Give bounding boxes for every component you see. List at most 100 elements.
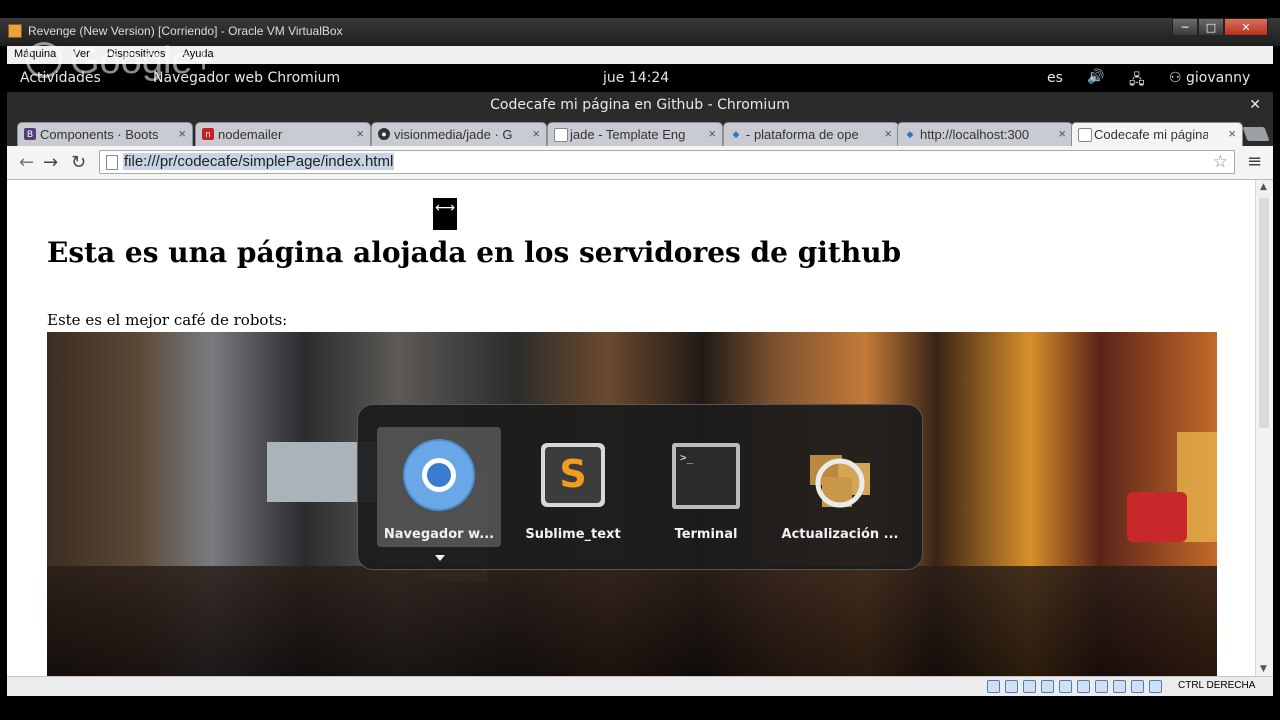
activities-button[interactable]: Actividades <box>20 70 101 86</box>
host-key-icon[interactable] <box>1149 680 1162 693</box>
svg-text:S: S <box>559 452 586 496</box>
page-paragraph: Este es el mejor café de robots: <box>47 311 288 329</box>
menu-ayuda[interactable]: Ayuda <box>176 46 221 62</box>
tab-visionmedia-jade[interactable]: ● visionmedia/jade · G × <box>371 122 547 146</box>
scroll-up-arrow-icon[interactable]: ▲ <box>1260 182 1267 192</box>
tab-label: - plataforma de ope <box>746 127 859 142</box>
virtualization-icon[interactable] <box>1113 680 1126 693</box>
minimize-button[interactable]: ─ <box>1172 18 1198 36</box>
reload-button[interactable]: ↻ <box>71 152 86 173</box>
web-page-content: ⟷ Esta es una página alojada en los serv… <box>7 180 1255 676</box>
tab-nodemailer[interactable]: n nodemailer × <box>195 122 371 146</box>
maximize-button[interactable]: □ <box>1198 18 1224 36</box>
chromium-title-bar: Codecafe mi página en Github - Chromium … <box>7 92 1273 118</box>
switcher-item-chromium[interactable]: Navegador w... <box>377 427 501 547</box>
tab-close-icon[interactable]: × <box>1058 126 1066 141</box>
code-favicon-icon: ◆ <box>906 129 914 139</box>
menu-dispositivos[interactable]: Dispositivos <box>100 46 173 62</box>
shared-folders-icon[interactable] <box>1041 680 1054 693</box>
code-favicon-icon: ◆ <box>732 129 740 139</box>
tab-label: Components · Boots <box>40 127 158 142</box>
scroll-down-arrow-icon[interactable]: ▼ <box>1260 664 1267 674</box>
scrollbar-thumb[interactable] <box>1259 198 1269 428</box>
tab-plataforma-de-ope[interactable]: ◆ - plataforma de ope × <box>723 122 899 146</box>
tab-label: jade - Template Eng <box>570 127 686 142</box>
terminal-icon: >_ <box>672 443 740 509</box>
tab-close-icon[interactable]: × <box>356 126 364 141</box>
virtualbox-menu-bar: Máquina Ver Dispositivos Ayuda <box>7 46 1273 64</box>
selection-arrow-icon <box>435 555 445 561</box>
page-favicon-icon <box>554 128 568 142</box>
video-capture-icon[interactable] <box>1095 680 1108 693</box>
virtualbox-title-bar: Revenge (New Version) [Corriendo] - Orac… <box>0 18 1280 46</box>
optical-drive-icon[interactable] <box>1005 680 1018 693</box>
virtualbox-app-icon <box>8 24 22 38</box>
forward-button[interactable]: → <box>43 152 58 173</box>
tab-strip: B Components · Boots × n nodemailer × ● … <box>7 118 1273 146</box>
guest-screen: Actividades Navegador web Chromium jue 1… <box>7 64 1273 676</box>
back-button[interactable]: ← <box>19 152 34 173</box>
tab-close-icon[interactable]: × <box>178 126 186 141</box>
tab-close-icon[interactable]: × <box>1228 126 1236 141</box>
menu-maquina[interactable]: Máquina <box>7 46 63 62</box>
resize-cursor-icon: ⟷ <box>433 198 457 230</box>
chromium-icon <box>403 439 475 511</box>
page-heading: Esta es una página alojada en los servid… <box>47 236 902 269</box>
app-menu[interactable]: Navegador web Chromium <box>153 70 340 86</box>
switcher-item-terminal[interactable]: >_ Terminal <box>644 427 768 547</box>
url-text[interactable]: file:///pr/codecafe/simplePage/index.htm… <box>123 153 395 170</box>
tab-label: visionmedia/jade · G <box>394 127 512 142</box>
hard-disk-icon[interactable] <box>987 680 1000 693</box>
tab-jade-template-engine[interactable]: jade - Template Eng × <box>547 122 723 146</box>
photo-floor <box>47 566 1217 676</box>
sublime-text-icon: S <box>541 443 605 507</box>
page-scrollbar[interactable]: ▲ ▼ <box>1255 180 1273 676</box>
svg-text:>_: >_ <box>680 451 694 464</box>
host-key-label: CTRL DERECHA <box>1178 680 1256 691</box>
bookmark-star-icon[interactable]: ☆ <box>1213 152 1228 172</box>
switcher-item-label: Sublime_text <box>525 527 621 542</box>
tab-codecafe[interactable]: Codecafe mi página × <box>1071 122 1243 146</box>
software-update-icon <box>810 455 870 508</box>
virtualbox-status-bar: CTRL DERECHA <box>7 676 1273 696</box>
virtualbox-window-title: Revenge (New Version) [Corriendo] - Orac… <box>28 24 343 38</box>
network-icon[interactable]: 🖧 <box>1129 69 1145 93</box>
usb-icon[interactable] <box>1023 680 1036 693</box>
tab-localhost[interactable]: ◆ http://localhost:300 × <box>897 122 1073 146</box>
tab-close-icon[interactable]: × <box>532 126 540 141</box>
device-status-icons <box>987 680 1162 693</box>
new-tab-button[interactable] <box>1242 127 1270 141</box>
switcher-item-sublime-text[interactable]: S Sublime_text <box>511 427 635 547</box>
switcher-item-label: Terminal <box>674 527 738 542</box>
switcher-item-label: Navegador w... <box>383 527 495 542</box>
switcher-item-label: Actualización ... <box>781 527 899 542</box>
close-window-button[interactable]: ✕ <box>1224 18 1268 36</box>
keyboard-layout-indicator[interactable]: es <box>1047 70 1063 86</box>
tab-label: Codecafe mi página <box>1094 127 1208 142</box>
page-favicon-icon <box>1078 128 1092 142</box>
github-favicon-icon: ● <box>378 128 390 140</box>
switcher-item-software-update[interactable]: Actualización ... <box>778 427 902 547</box>
chromium-close-button[interactable]: ✕ <box>1249 92 1261 118</box>
mouse-integration-icon[interactable] <box>1131 680 1144 693</box>
display-icon[interactable] <box>1077 680 1090 693</box>
chrome-menu-button[interactable]: ≡ <box>1247 151 1262 172</box>
page-icon <box>106 155 118 170</box>
bootstrap-favicon-icon: B <box>24 128 36 140</box>
address-bar[interactable]: file:///pr/codecafe/simplePage/index.htm… <box>99 150 1235 174</box>
chromium-window-title: Codecafe mi página en Github - Chromium <box>490 97 790 113</box>
user-menu[interactable]: ⚇ giovanny <box>1169 70 1250 86</box>
photo-lamp <box>1127 492 1187 542</box>
tab-label: nodemailer <box>218 127 283 142</box>
npm-favicon-icon: n <box>202 128 214 140</box>
user-name: giovanny <box>1186 70 1251 86</box>
clock[interactable]: jue 14:24 <box>603 70 669 86</box>
tab-components-bootstrap[interactable]: B Components · Boots × <box>17 122 193 146</box>
network-adapter-icon[interactable] <box>1059 680 1072 693</box>
app-switcher: Navegador w... S Sublime_text >_ Termina… <box>357 404 923 570</box>
tab-close-icon[interactable]: × <box>884 126 892 141</box>
window-controls: ─ □ ✕ <box>1172 18 1268 36</box>
volume-icon[interactable]: 🔊 <box>1087 69 1104 85</box>
menu-ver[interactable]: Ver <box>66 46 97 62</box>
tab-close-icon[interactable]: × <box>708 126 716 141</box>
